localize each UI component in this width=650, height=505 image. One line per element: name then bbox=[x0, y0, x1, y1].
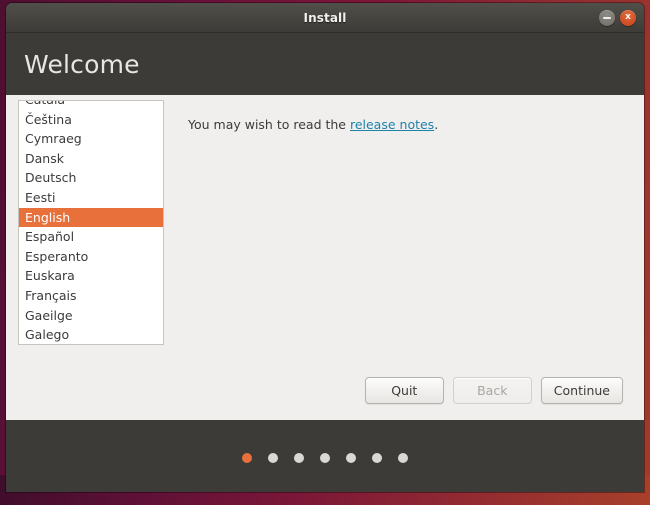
language-list-item[interactable]: Esperanto bbox=[19, 247, 163, 267]
step-indicator bbox=[242, 453, 408, 463]
step-dot[interactable] bbox=[268, 453, 278, 463]
action-buttons: Quit Back Continue bbox=[364, 377, 623, 404]
language-list-item[interactable]: Euskara bbox=[19, 266, 163, 286]
note-panel: You may wish to read the release notes. bbox=[164, 95, 644, 420]
language-list-item[interactable]: English bbox=[19, 207, 163, 228]
window-title: Install bbox=[303, 10, 347, 25]
step-dot[interactable] bbox=[398, 453, 408, 463]
window-controls: x bbox=[599, 3, 636, 32]
step-dot[interactable] bbox=[320, 453, 330, 463]
minimize-button[interactable] bbox=[599, 9, 615, 26]
language-list-item[interactable]: Català bbox=[19, 101, 163, 110]
language-list-item[interactable]: Eesti bbox=[19, 188, 163, 208]
note-suffix: . bbox=[434, 117, 439, 132]
main-content: CatalàČeštinaCymraegDanskDeutschEestiEng… bbox=[6, 95, 644, 420]
language-list-item[interactable]: Español bbox=[19, 227, 163, 247]
install-window: Install x Welcome CatalàČeštinaCymraegDa… bbox=[6, 3, 644, 492]
language-list-item[interactable]: Galego bbox=[19, 325, 163, 344]
language-list-item[interactable]: Dansk bbox=[19, 149, 163, 169]
continue-button[interactable]: Continue bbox=[540, 377, 623, 404]
step-dot[interactable] bbox=[372, 453, 382, 463]
language-list-item[interactable]: Čeština bbox=[19, 110, 163, 130]
language-list-item[interactable]: Français bbox=[19, 286, 163, 306]
minimize-icon bbox=[603, 16, 611, 19]
language-list[interactable]: CatalàČeštinaCymraegDanskDeutschEestiEng… bbox=[18, 100, 164, 345]
step-dot[interactable] bbox=[294, 453, 304, 463]
back-button: Back bbox=[452, 377, 532, 404]
language-list-item[interactable]: Cymraeg bbox=[19, 129, 163, 149]
release-notes-note: You may wish to read the release notes. bbox=[188, 117, 644, 132]
language-list-item[interactable]: Gaeilge bbox=[19, 306, 163, 326]
note-prefix: You may wish to read the bbox=[188, 117, 350, 132]
page-title: Welcome bbox=[24, 49, 140, 79]
step-dot-active[interactable] bbox=[242, 453, 252, 463]
footer bbox=[6, 420, 644, 492]
quit-button[interactable]: Quit bbox=[364, 377, 444, 404]
close-button[interactable]: x bbox=[620, 9, 636, 26]
language-list-items: CatalàČeštinaCymraegDanskDeutschEestiEng… bbox=[19, 101, 163, 344]
window-titlebar: Install x bbox=[6, 3, 644, 33]
language-panel: CatalàČeštinaCymraegDanskDeutschEestiEng… bbox=[6, 95, 164, 420]
page-header: Welcome bbox=[6, 33, 644, 95]
language-list-item[interactable]: Deutsch bbox=[19, 168, 163, 188]
step-dot[interactable] bbox=[346, 453, 356, 463]
release-notes-link[interactable]: release notes bbox=[350, 117, 434, 132]
